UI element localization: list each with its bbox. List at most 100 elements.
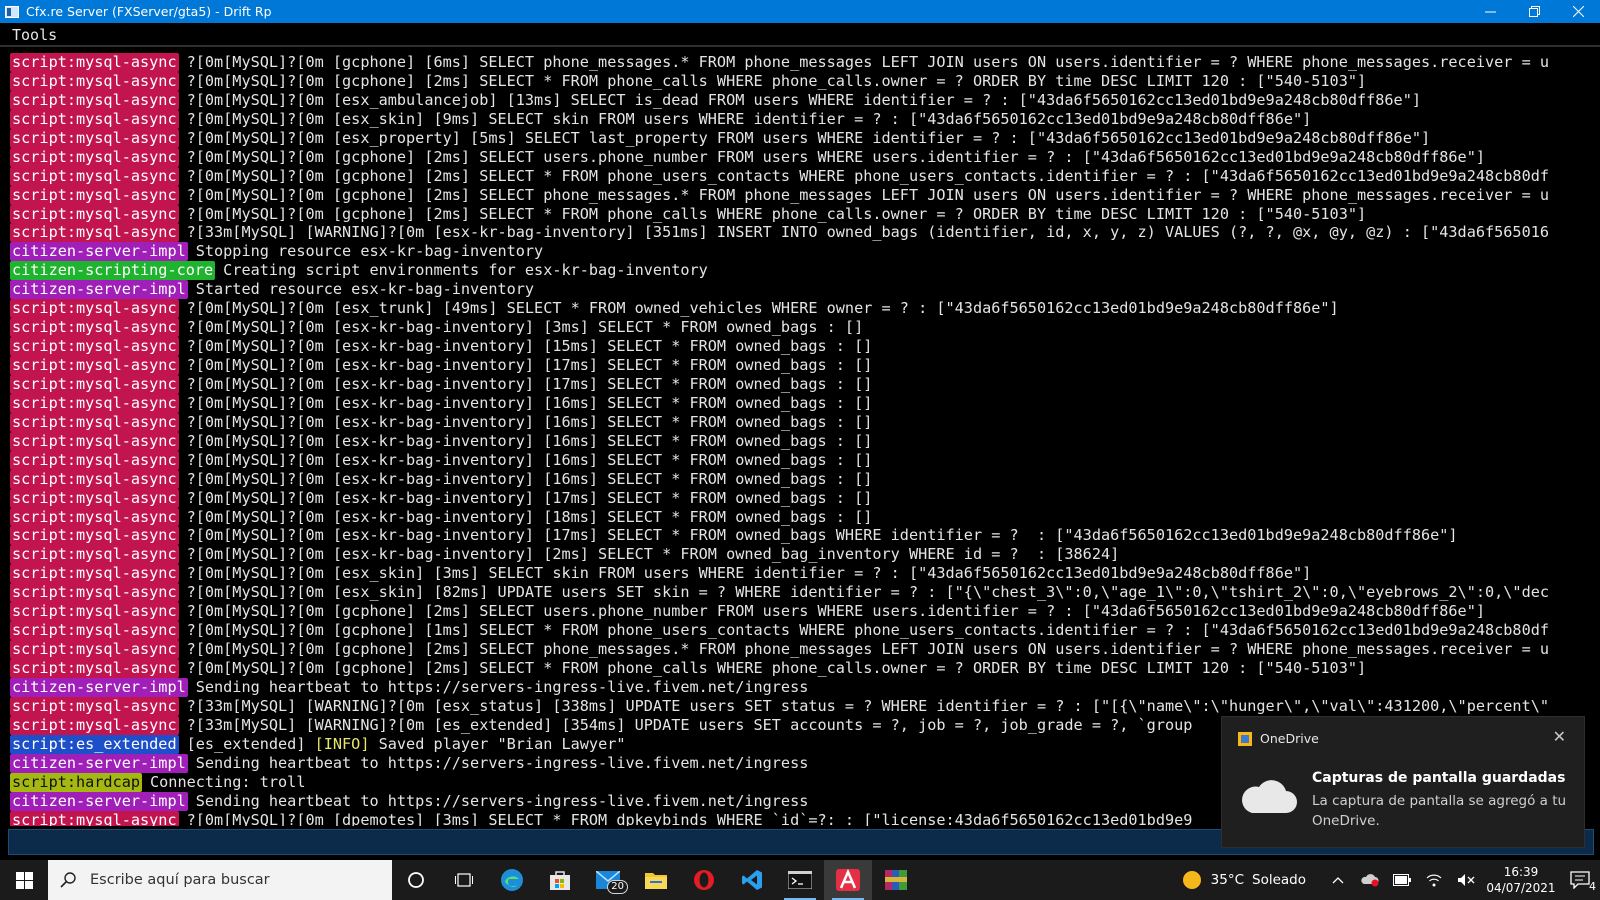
log-message: ?[33m[MySQL] [WARNING]?[0m [esx_status] … <box>187 697 1549 715</box>
log-source-tag: script:mysql-async <box>10 602 179 622</box>
console-line: script:mysql-async ?[0m[MySQL]?[0m [esx-k… <box>0 469 1600 489</box>
restore-icon <box>1528 6 1540 17</box>
console-line: script:mysql-async ?[0m[MySQL]?[0m [gcpho… <box>0 602 1600 622</box>
notification-icon <box>1570 871 1590 889</box>
console-line: script:mysql-async ?[0m[MySQL]?[0m [gcpho… <box>0 621 1600 641</box>
tray-battery[interactable] <box>1386 874 1418 886</box>
clock-time: 16:39 <box>1503 865 1539 879</box>
task-view-button[interactable] <box>440 860 488 900</box>
log-text: ?[0m[MySQL]?[0m [esx-kr-bag-inventory] [… <box>186 412 873 431</box>
log-source-tag: script:mysql-async <box>10 185 179 205</box>
log-text: ?[0m[MySQL]?[0m [esx-kr-bag-inventory] [… <box>186 337 873 356</box>
log-message: ?[0m[MySQL]?[0m [esx-kr-bag-inventory] [… <box>187 545 1120 563</box>
console-line: script:mysql-async ?[0m[MySQL]?[0m [gcpho… <box>0 659 1600 678</box>
taskbar-terminal[interactable] <box>776 860 824 900</box>
log-text: Stopping resource esx-kr-bag-inventory <box>195 242 544 261</box>
log-source-tag: script:mysql-async <box>10 71 179 91</box>
taskbar-winrar[interactable] <box>872 860 920 900</box>
taskbar-edge[interactable] <box>488 860 536 900</box>
console-line: citizen-server-impl Stopping resource esx… <box>0 242 1600 262</box>
log-text: ?[0m[MySQL]?[0m [esx-kr-bag-inventory] [… <box>186 488 873 507</box>
log-source-tag: script:mysql-async <box>10 431 179 451</box>
log-message: ?[0m[MySQL]?[0m [esx_property] [5ms] SEL… <box>187 129 1431 147</box>
log-text: Saved player "Brian Lawyer" <box>369 734 626 753</box>
taskbar-opera[interactable] <box>680 860 728 900</box>
log-message: ?[0m[MySQL]?[0m [esx-kr-bag-inventory] [… <box>187 375 873 393</box>
log-message: ?[0m[MySQL]?[0m [esx-kr-bag-inventory] [… <box>187 470 873 488</box>
console-output[interactable]: script:mysql-async ?[0m[MySQL]?[0m [gcpho… <box>0 53 1600 826</box>
console-line: script:mysql-async ?[0m[MySQL]?[0m [esx-k… <box>0 507 1600 527</box>
log-text: ?[0m[MySQL]?[0m [gcphone] [6ms] SELECT p… <box>186 53 1549 71</box>
log-message: ?[0m[MySQL]?[0m [esx-kr-bag-inventory] [… <box>187 356 873 374</box>
console-line: script:mysql-async ?[0m[MySQL]?[0m [esx-k… <box>0 526 1600 546</box>
taskbar-clock[interactable]: 16:39 04/07/2021 <box>1482 864 1560 896</box>
log-message: ?[0m[MySQL]?[0m [gcphone] [2ms] SELECT *… <box>187 72 1367 90</box>
menu-tools[interactable]: Tools <box>12 26 57 44</box>
log-source-tag: script:mysql-async <box>10 583 179 603</box>
log-text: ?[0m[MySQL]?[0m [esx-kr-bag-inventory] [… <box>186 356 873 374</box>
log-source-tag: script:mysql-async <box>10 450 179 470</box>
weather-widget[interactable]: 35°C Soleado <box>1182 871 1306 889</box>
taskbar-vscode[interactable] <box>728 860 776 900</box>
log-source-tag: script:mysql-async <box>10 564 179 584</box>
log-message: Started resource esx-kr-bag-inventory <box>196 280 534 298</box>
log-source-tag: script:mysql-async <box>10 621 179 641</box>
minimize-icon <box>1484 11 1496 13</box>
log-message: ?[0m[MySQL]?[0m [gcphone] [1ms] SELECT *… <box>187 621 1549 639</box>
start-button[interactable] <box>0 860 48 900</box>
log-source-tag: script:mysql-async <box>10 374 179 394</box>
onedrive-error-icon <box>1361 874 1379 887</box>
log-text: Started resource esx-kr-bag-inventory <box>195 280 535 299</box>
cortana-button[interactable] <box>392 860 440 900</box>
log-message: ?[0m[MySQL]?[0m [esx_trunk] [49ms] SELEC… <box>187 299 1339 317</box>
maximize-button[interactable] <box>1512 0 1556 23</box>
cloud-icon <box>1242 780 1297 813</box>
menu-bar: Tools <box>0 23 1600 47</box>
taskbar-cfx[interactable] <box>824 860 872 900</box>
log-source-tag: citizen-scripting-core <box>10 261 216 281</box>
console-line: script:mysql-async ?[0m[MySQL]?[0m [gcpho… <box>0 53 1600 72</box>
tray-onedrive[interactable] <box>1354 873 1386 887</box>
log-text: ?[0m[MySQL]?[0m [gcphone] [2ms] SELECT *… <box>186 71 1367 90</box>
toast-close-button[interactable]: ✕ <box>1553 727 1566 746</box>
minimize-button[interactable] <box>1468 0 1512 23</box>
log-text: ?[0m[MySQL]?[0m [esx_property] [5ms] SEL… <box>186 128 1431 147</box>
log-source-tag: script:mysql-async <box>10 393 179 413</box>
toast-header: OneDrive <box>1238 731 1319 746</box>
taskbar-file-explorer[interactable] <box>632 860 680 900</box>
sun-icon <box>1182 871 1201 889</box>
tray-volume[interactable] <box>1450 873 1482 887</box>
close-button[interactable] <box>1556 0 1600 23</box>
log-message: ?[33m[MySQL] [WARNING]?[0m [esx-kr-bag-i… <box>187 223 1549 241</box>
console-line: script:mysql-async ?[0m[MySQL]?[0m [esx-k… <box>0 393 1600 413</box>
log-message: Sending heartbeat to https://servers-ing… <box>196 678 809 696</box>
opera-icon <box>694 870 714 890</box>
log-message: ?[0m[MySQL]?[0m [gcphone] [2ms] SELECT u… <box>187 148 1485 166</box>
log-message: Sending heartbeat to https://servers-ing… <box>196 754 809 772</box>
console-scrollbar[interactable] <box>1586 47 1600 832</box>
log-text: ?[0m[MySQL]?[0m [dpemotes] [3ms] SELECT … <box>186 810 1193 827</box>
cortana-icon <box>408 872 424 888</box>
wifi-icon <box>1426 874 1442 887</box>
action-center-button[interactable]: 4 <box>1560 871 1600 893</box>
window-titlebar: Cfx.re Server (FXServer/gta5) - Drift Rp <box>0 0 1600 23</box>
tray-network[interactable] <box>1418 873 1450 887</box>
log-text: ?[0m[MySQL]?[0m [gcphone] [1ms] SELECT *… <box>186 621 1549 640</box>
log-source-tag: script:mysql-async <box>10 545 179 565</box>
console-line: script:mysql-async ?[0m[MySQL]?[0m [esx-k… <box>0 450 1600 470</box>
log-message: ?[0m[MySQL]?[0m [esx_skin] [82ms] UPDATE… <box>187 583 1549 601</box>
log-source-tag: citizen-server-impl <box>10 280 188 300</box>
toast-body: La captura de pantalla se agregó a tu On… <box>1312 793 1567 829</box>
tray-overflow-button[interactable] <box>1322 876 1354 884</box>
terminal-icon <box>788 871 812 889</box>
log-source-tag: script:mysql-async <box>10 469 179 489</box>
console-line: script:mysql-async ?[0m[MySQL]?[0m [gcpho… <box>0 204 1600 224</box>
volume-muted-icon <box>1458 874 1475 886</box>
onedrive-toast[interactable]: OneDrive ✕ Capturas de pantalla guardada… <box>1221 716 1585 848</box>
log-text: Sending heartbeat to https://servers-ing… <box>195 677 809 696</box>
taskbar-mail[interactable]: 20 <box>584 860 632 900</box>
log-source-tag: script:mysql-async <box>10 109 179 129</box>
console-line: script:mysql-async ?[33m[MySQL] [WARNING]… <box>0 696 1600 716</box>
taskbar-store[interactable] <box>536 860 584 900</box>
taskbar-search[interactable]: Escribe aquí para buscar <box>48 860 392 900</box>
